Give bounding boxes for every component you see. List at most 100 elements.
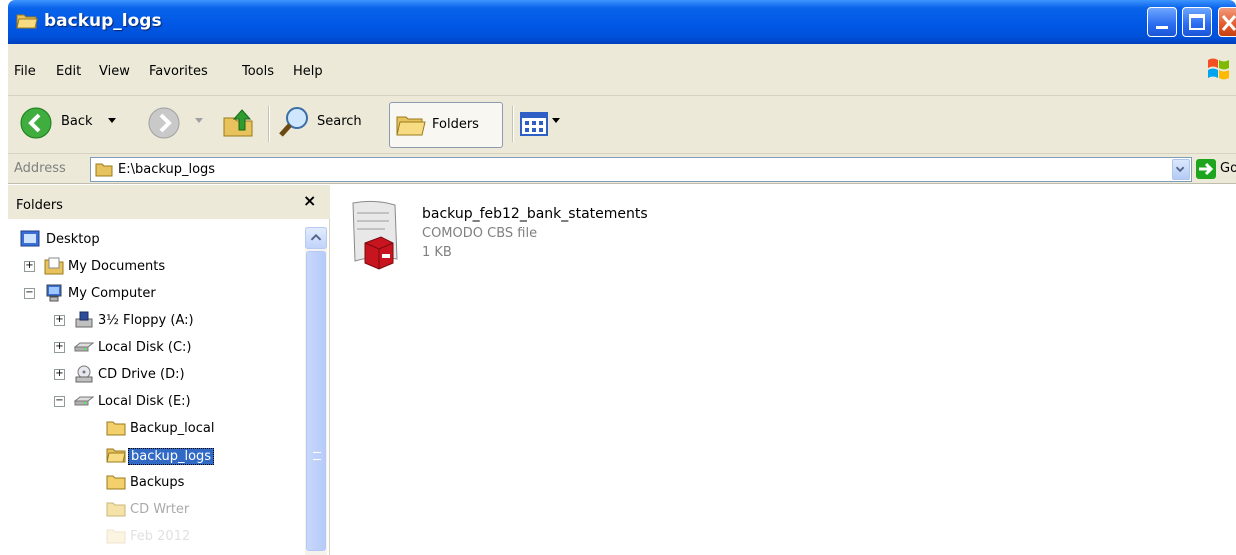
- menu-bar: File Edit View Favorites Tools Help: [8, 44, 1236, 96]
- folders-pane: Folders × Desktop + My Documents − My Co…: [8, 185, 330, 555]
- folders-label: Folders: [432, 117, 479, 132]
- desktop-icon: [20, 230, 40, 247]
- chevron-down-icon: [1175, 166, 1185, 173]
- tree-label: 3½ Floppy (A:): [98, 313, 194, 328]
- go-arrow-icon: [1199, 162, 1214, 176]
- address-input[interactable]: E:\backup_logs: [90, 157, 1192, 182]
- expand-icon[interactable]: +: [24, 261, 35, 272]
- scroll-grip-icon: [313, 452, 321, 460]
- tree-item-local-disk-c[interactable]: + Local Disk (C:): [8, 335, 308, 361]
- tree-label: Feb 2012: [130, 529, 191, 544]
- collapse-icon[interactable]: −: [24, 288, 35, 299]
- views-icon[interactable]: [520, 112, 548, 136]
- menu-edit[interactable]: Edit: [56, 64, 81, 79]
- tree-label-selected: backup_logs: [128, 448, 215, 465]
- folder-open-icon: [16, 14, 38, 29]
- tree-label: Backups: [130, 475, 185, 490]
- folders-pane-header: Folders ×: [8, 185, 330, 219]
- tree-label: Local Disk (C:): [98, 340, 192, 355]
- tree-item-desktop[interactable]: Desktop: [8, 227, 308, 253]
- views-dropdown-icon[interactable]: [552, 118, 560, 124]
- scroll-up-button[interactable]: [305, 227, 327, 249]
- file-list-pane: backup_feb12_bank_statements COMODO CBS …: [331, 185, 1236, 555]
- standard-toolbar: Back Search Folders: [8, 96, 1236, 154]
- expand-icon[interactable]: +: [54, 315, 65, 326]
- file-item[interactable]: backup_feb12_bank_statements COMODO CBS …: [331, 185, 691, 281]
- hard-disk-icon: [74, 342, 94, 352]
- tree-item-cd-drive-d[interactable]: + CD Drive (D:): [8, 362, 308, 388]
- title-bar[interactable]: backup_logs: [8, 0, 1236, 44]
- forward-arrow-icon[interactable]: [148, 107, 180, 139]
- folders-scrollbar[interactable]: [305, 227, 327, 555]
- folder-icon: [106, 475, 126, 490]
- explorer-window: backup_logs File Edit View Favorites Too…: [8, 0, 1236, 555]
- collapse-icon[interactable]: −: [54, 396, 65, 407]
- folder-icon: [106, 421, 126, 436]
- folder-icon: [106, 529, 126, 544]
- back-arrow-icon[interactable]: [20, 107, 52, 139]
- folders-pane-title: Folders: [16, 198, 63, 213]
- toolbar-separator: [268, 106, 270, 142]
- cd-drive-icon: [75, 365, 93, 383]
- tree-label: Local Disk (E:): [98, 394, 191, 409]
- comodo-backup-file-icon: [352, 200, 398, 270]
- maximize-icon: [1189, 14, 1205, 30]
- file-type: COMODO CBS file: [422, 226, 538, 241]
- search-button[interactable]: Search: [317, 114, 362, 129]
- minimize-icon: [1156, 26, 1168, 29]
- tree-item-local-disk-e[interactable]: − Local Disk (E:): [8, 389, 308, 415]
- back-dropdown-icon[interactable]: [108, 118, 116, 124]
- menu-tools[interactable]: Tools: [242, 64, 274, 79]
- tree-label: CD Wrter: [130, 502, 190, 517]
- folders-pane-close-button[interactable]: ×: [303, 191, 316, 210]
- tree-item-cd-writer[interactable]: CD Wrter: [8, 497, 308, 523]
- hard-disk-icon: [74, 396, 94, 406]
- up-folder-icon[interactable]: [222, 106, 256, 140]
- toolbar-separator: [512, 106, 514, 142]
- tree-item-backup-local[interactable]: Backup_local: [8, 416, 308, 442]
- menu-view[interactable]: View: [99, 64, 130, 79]
- expand-icon[interactable]: +: [54, 342, 65, 353]
- file-size: 1 KB: [422, 245, 452, 260]
- maximize-button[interactable]: [1182, 7, 1212, 37]
- folder-icon: [95, 163, 113, 177]
- address-path: E:\backup_logs: [118, 162, 216, 177]
- chevron-up-icon: [310, 233, 322, 241]
- folder-open-icon: [106, 448, 126, 463]
- go-label[interactable]: Go: [1220, 161, 1236, 176]
- folder-icon: [106, 502, 126, 517]
- address-dropdown-button[interactable]: [1172, 159, 1190, 180]
- scroll-thumb[interactable]: [306, 251, 326, 551]
- forward-dropdown-icon[interactable]: [195, 118, 203, 124]
- minimize-button[interactable]: [1147, 7, 1177, 37]
- folders-button[interactable]: Folders: [389, 102, 503, 148]
- tree-label: Backup_local: [130, 421, 215, 436]
- tree-label: My Computer: [68, 286, 156, 301]
- back-button[interactable]: Back: [61, 114, 93, 129]
- tree-label: Desktop: [46, 232, 100, 247]
- windows-logo-icon: [1208, 58, 1229, 80]
- tree-item-backup-logs[interactable]: backup_logs: [8, 443, 308, 469]
- expand-icon[interactable]: +: [54, 369, 65, 380]
- file-name: backup_feb12_bank_statements: [422, 206, 648, 222]
- close-button[interactable]: [1218, 7, 1236, 37]
- tree-label: My Documents: [68, 259, 166, 274]
- tree-item-backups[interactable]: Backups: [8, 470, 308, 496]
- floppy-drive-icon: [75, 311, 93, 328]
- my-computer-icon: [46, 284, 62, 302]
- address-label: Address: [14, 161, 66, 176]
- tree-label: CD Drive (D:): [98, 367, 185, 382]
- window-title: backup_logs: [44, 11, 162, 31]
- tree-item-feb-2012[interactable]: Feb 2012: [8, 524, 308, 550]
- tree-item-my-documents[interactable]: + My Documents: [8, 254, 308, 280]
- menu-help[interactable]: Help: [293, 64, 323, 79]
- folders-icon: [396, 116, 426, 136]
- go-button[interactable]: [1196, 159, 1216, 179]
- address-bar: Address E:\backup_logs Go: [8, 154, 1236, 184]
- menu-file[interactable]: File: [14, 64, 36, 79]
- menu-favorites[interactable]: Favorites: [149, 64, 208, 79]
- close-icon: [1221, 15, 1236, 31]
- tree-item-my-computer[interactable]: − My Computer: [8, 281, 308, 307]
- search-icon[interactable]: [278, 105, 312, 139]
- tree-item-floppy-a[interactable]: + 3½ Floppy (A:): [8, 308, 308, 334]
